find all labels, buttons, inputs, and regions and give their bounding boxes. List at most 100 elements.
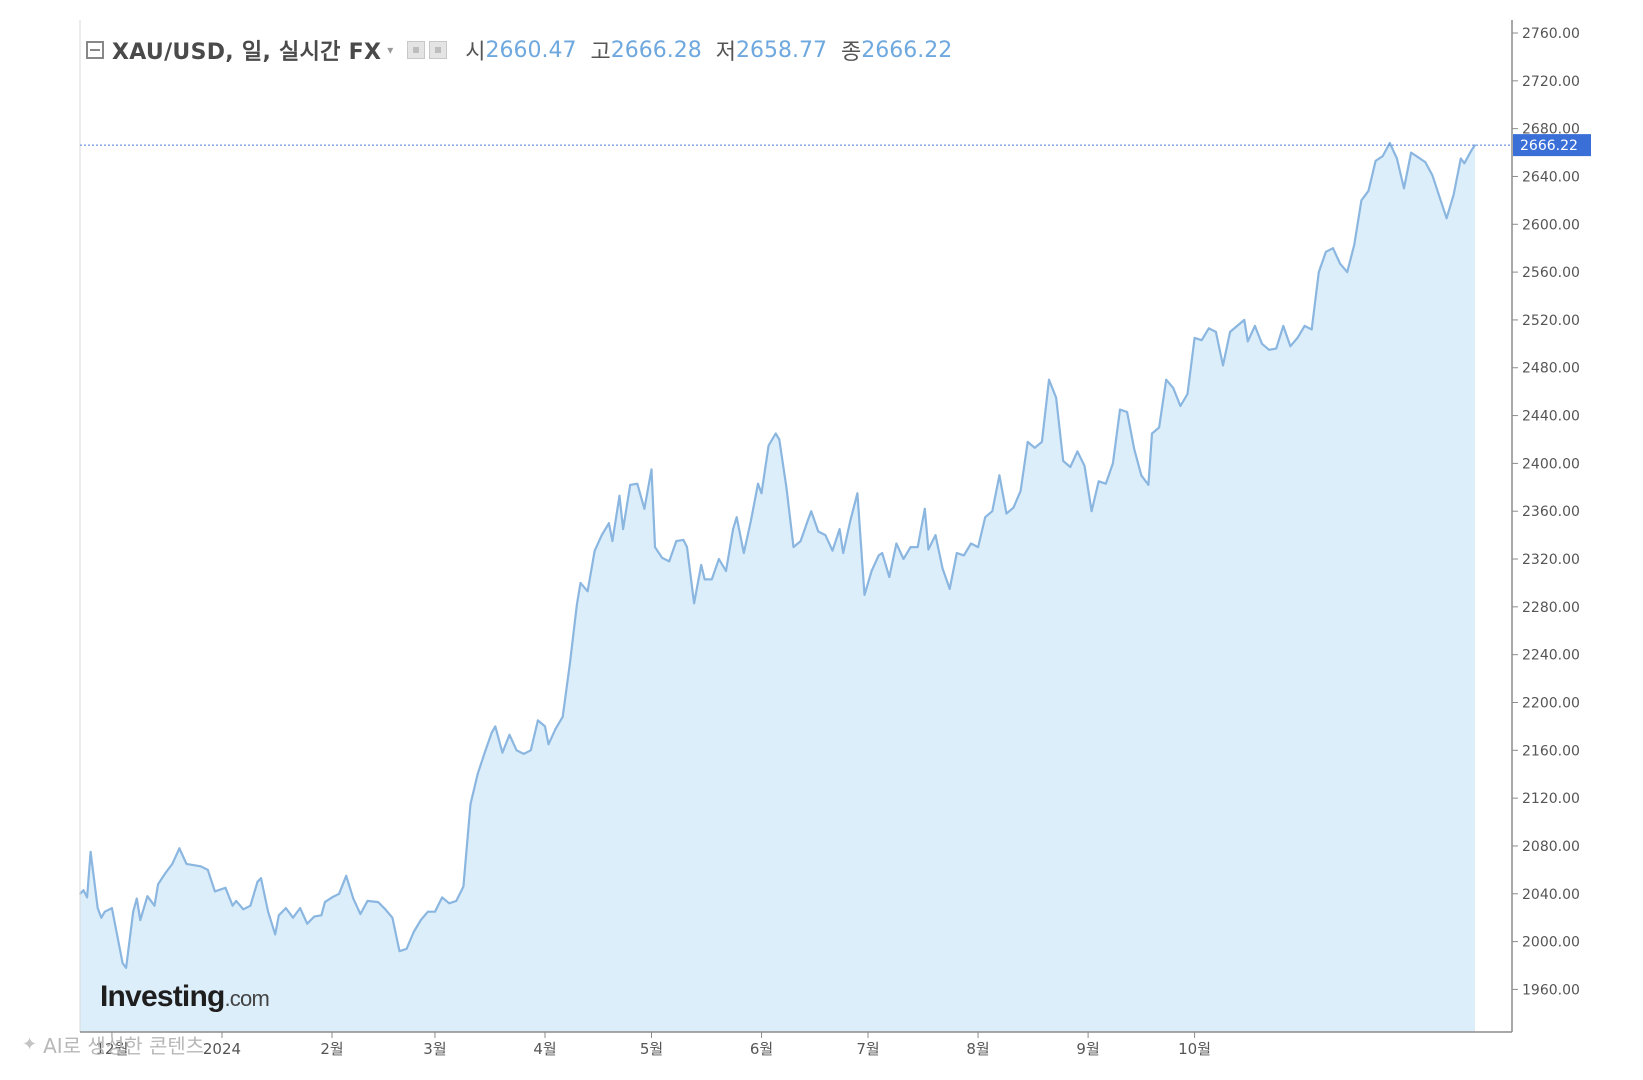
- price-point-29: [260, 877, 262, 880]
- price-point-180: [1268, 348, 1270, 351]
- price-point-88: [654, 546, 656, 548]
- price-point-189: [1332, 247, 1334, 250]
- y-tick-label: 2760.00: [1522, 26, 1580, 42]
- price-point-16: [164, 872, 167, 875]
- y-tick-label: 2360.00: [1522, 504, 1580, 520]
- price-point-164: [1158, 426, 1160, 429]
- price-point-23: [224, 886, 227, 889]
- price-point-47: [384, 908, 387, 911]
- price-point-4: [96, 907, 99, 909]
- caption-text: AI로 생성한 콘텐츠: [43, 1034, 205, 1058]
- price-point-186: [1310, 328, 1313, 331]
- price-point-102: [742, 552, 745, 554]
- price-point-158: [1119, 408, 1121, 411]
- price-point-57: [455, 900, 458, 902]
- price-point-174: [1229, 331, 1231, 333]
- price-point-129: [916, 546, 919, 548]
- price-point-196: [1381, 155, 1384, 158]
- price-point-99: [725, 570, 727, 572]
- price-point-203: [1431, 174, 1434, 177]
- price-point-64: [501, 751, 504, 754]
- price-point-90: [668, 560, 671, 563]
- price-point-7: [111, 907, 113, 909]
- price-point-168: [1186, 393, 1189, 395]
- price-point-55: [441, 896, 443, 899]
- price-point-199: [1403, 187, 1405, 190]
- price-point-2: [86, 896, 88, 899]
- price-point-165: [1165, 378, 1168, 381]
- price-point-18: [178, 847, 181, 850]
- price-point-73: [561, 715, 564, 718]
- price-point-156: [1104, 482, 1107, 485]
- price-point-42: [345, 874, 348, 877]
- price-point-200: [1410, 151, 1412, 154]
- y-tick-label: 2440.00: [1522, 409, 1580, 425]
- price-point-125: [888, 576, 891, 578]
- price-point-183: [1289, 345, 1292, 348]
- price-point-118: [842, 552, 845, 554]
- price-point-169: [1193, 337, 1196, 339]
- price-point-32: [277, 914, 280, 917]
- price-point-141: [998, 474, 1001, 477]
- price-point-195: [1374, 160, 1377, 162]
- price-point-62: [490, 731, 493, 734]
- plot-area: [79, 141, 1476, 1032]
- x-tick-label: 4월: [533, 1040, 556, 1058]
- price-point-39: [324, 901, 326, 903]
- price-point-166: [1172, 387, 1175, 389]
- price-point-69: [537, 719, 539, 722]
- price-point-8: [121, 962, 124, 964]
- price-point-5: [100, 916, 103, 919]
- price-point-72: [554, 727, 557, 730]
- symbol-label[interactable]: XAU/USD, 일, 실시간 FX: [112, 34, 381, 66]
- price-point-190: [1339, 262, 1341, 265]
- y-tick-label: 2040.00: [1522, 887, 1580, 903]
- y-tick-label: 2200.00: [1522, 695, 1580, 711]
- x-tick-label: 7월: [856, 1040, 879, 1058]
- price-point-30: [267, 910, 269, 913]
- price-point-36: [306, 922, 309, 925]
- y-tick-label: 2400.00: [1522, 456, 1580, 472]
- price-point-120: [856, 492, 859, 495]
- price-point-193: [1360, 199, 1363, 202]
- price-point-89: [661, 556, 663, 559]
- price-point-33: [285, 907, 287, 909]
- price-point-15: [157, 883, 160, 886]
- price-point-74: [568, 663, 571, 666]
- hide-icon[interactable]: [429, 41, 448, 59]
- price-point-143: [1012, 506, 1015, 509]
- close-value: 2666.22: [861, 37, 953, 63]
- collapse-icon[interactable]: [86, 41, 104, 59]
- price-point-38: [320, 914, 323, 917]
- price-point-43: [352, 897, 355, 900]
- price-point-93: [686, 546, 688, 548]
- y-tick-label: 2240.00: [1522, 648, 1580, 664]
- price-point-59: [469, 803, 472, 805]
- legend-bar: XAU/USD, 일, 실시간 FX ▾ 시 2660.47 고 2666.28…: [86, 34, 952, 66]
- price-point-3: [89, 851, 92, 853]
- y-tick-label: 2000.00: [1522, 935, 1580, 951]
- price-point-52: [419, 919, 422, 921]
- price-point-53: [427, 910, 429, 913]
- price-point-163: [1151, 432, 1153, 435]
- price-point-21: [206, 869, 209, 871]
- y-tick-label: 2160.00: [1522, 743, 1580, 759]
- price-point-185: [1303, 325, 1306, 327]
- x-tick-label: 8월: [966, 1040, 989, 1058]
- price-point-179: [1261, 342, 1263, 345]
- settings-icon[interactable]: [407, 41, 426, 59]
- price-point-67: [522, 753, 525, 755]
- price-point-126: [895, 542, 898, 545]
- price-point-192: [1353, 243, 1356, 246]
- price-point-97: [710, 578, 713, 581]
- price-point-153: [1083, 464, 1086, 467]
- price-point-58: [462, 885, 465, 888]
- price-point-48: [391, 916, 394, 919]
- price-point-144: [1019, 490, 1022, 492]
- y-tick-label: 2640.00: [1522, 169, 1580, 185]
- price-point-123: [877, 554, 880, 557]
- price-point-98: [718, 558, 720, 560]
- price-point-194: [1367, 189, 1370, 192]
- price-point-132: [934, 534, 937, 536]
- chevron-down-icon[interactable]: ▾: [387, 43, 393, 57]
